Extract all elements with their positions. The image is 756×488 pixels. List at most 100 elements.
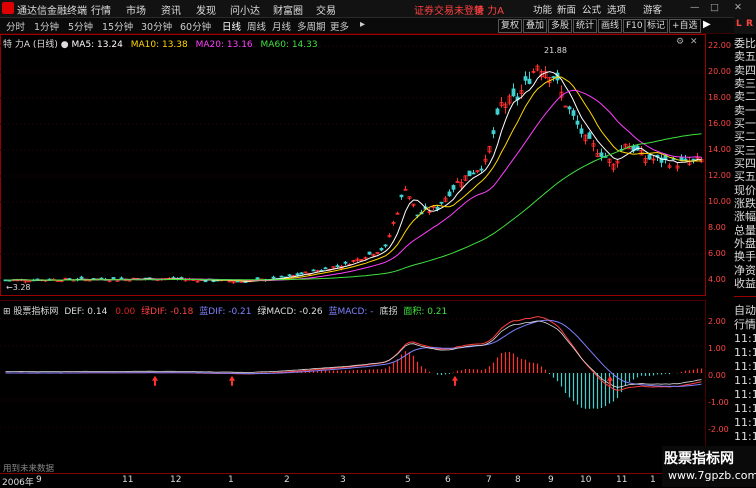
- side-sell2: 卖二: [734, 90, 756, 103]
- menu-formula[interactable]: 公式: [582, 2, 601, 16]
- period-30min[interactable]: 30分钟: [141, 19, 172, 33]
- side-buy3: 买三: [734, 144, 756, 157]
- menu-discover[interactable]: 发现: [196, 2, 216, 17]
- menu-trade[interactable]: 交易: [316, 2, 336, 17]
- menu-wealth[interactable]: 财富圈: [273, 2, 303, 17]
- high-price-label: 21.88: [544, 46, 567, 55]
- tool-overlay[interactable]: 叠加: [523, 19, 548, 33]
- menu-ask[interactable]: 问小达: [230, 2, 260, 17]
- period-1min[interactable]: 1分钟: [34, 19, 59, 33]
- indicator-panel[interactable]: ⊞ 股票指标网 DEF: 0.14 0.00 绿DIF: -0.18 蓝DIF:…: [0, 300, 706, 474]
- time-axis: 2006年 9 11 12 1 2 3 5 6 7 8 9 10 11 1: [0, 473, 706, 488]
- macd-bars: [8, 351, 703, 409]
- tool-statistics[interactable]: 统计: [573, 19, 598, 33]
- menu-guest[interactable]: 游客: [643, 2, 662, 16]
- time-label-11b: 11: [616, 475, 628, 485]
- candle-body: [203, 280, 208, 283]
- period-multi[interactable]: 多周期: [297, 19, 326, 33]
- menu-options[interactable]: 选项: [607, 2, 626, 16]
- price-y-axis: 22.00 20.00 18.00 16.00 14.00 12.00 10.0…: [706, 34, 734, 296]
- ma20-label: MA20: 13.16: [195, 40, 253, 50]
- ytick-macd-1: 1.00: [708, 344, 726, 353]
- side-label-r: R: [746, 19, 753, 29]
- time-label-10: 10: [580, 475, 592, 485]
- price-chart-panel[interactable]: 特 力A (日线) ● MA5: 13.24 MA10: 13.38 MA20:…: [0, 34, 706, 296]
- tool-add-watchlist[interactable]: +自选: [669, 19, 701, 33]
- period-more[interactable]: 更多: [330, 19, 349, 33]
- indicator-toggle-icon[interactable]: ⊞: [3, 307, 11, 317]
- candle-body: [27, 280, 32, 283]
- side-buy4: 买四: [734, 157, 756, 170]
- tool-f10[interactable]: F10: [623, 19, 646, 33]
- side-label-l: L: [736, 19, 742, 29]
- candle-body: [271, 276, 276, 279]
- ma5-label: MA5: 13.24: [71, 40, 123, 50]
- time-label-11: 11: [122, 475, 134, 485]
- candle-body: [111, 277, 116, 280]
- ma60-label: MA60: 14.33: [260, 40, 318, 50]
- expand-icon[interactable]: ▶: [703, 19, 711, 30]
- candle-body: [335, 265, 340, 268]
- candle-body: [255, 277, 260, 280]
- maximize-icon[interactable]: □: [710, 2, 719, 13]
- app-title: 通达信金融终端: [17, 6, 87, 17]
- menu-function[interactable]: 功能: [533, 2, 552, 16]
- period-weekly[interactable]: 周线: [247, 19, 266, 33]
- minimize-icon[interactable]: —: [690, 2, 700, 13]
- side-auto[interactable]: 自动: [734, 304, 756, 317]
- side-sell3: 卖三: [734, 77, 756, 90]
- side-sell5: 卖五: [734, 50, 756, 63]
- candle-body: [495, 108, 500, 115]
- side-tick-4: 11:1: [734, 374, 756, 387]
- tool-mark[interactable]: 标记: [644, 19, 669, 33]
- time-label-9: 9: [36, 475, 42, 485]
- tool-restore-rights[interactable]: 复权: [498, 19, 523, 33]
- legend-blue-dif: 蓝DIF: -0.21: [199, 307, 252, 317]
- price-frame: [0, 34, 706, 296]
- period-timeshare[interactable]: 分时: [6, 19, 25, 33]
- time-label-7: 7: [486, 475, 492, 485]
- period-60min[interactable]: 60分钟: [180, 19, 211, 33]
- ma10-line: [5, 76, 702, 282]
- period-5min[interactable]: 5分钟: [68, 19, 93, 33]
- side-change: 涨跌: [734, 197, 756, 210]
- close-icon[interactable]: ✕: [734, 2, 742, 13]
- side-quotes[interactable]: 行情: [734, 318, 756, 331]
- time-label-6: 6: [445, 475, 451, 485]
- candle-body: [579, 128, 584, 134]
- legend-zero: 0.00: [115, 307, 136, 317]
- time-label-5: 5: [405, 475, 411, 485]
- candle-body: [343, 261, 348, 264]
- moving-averages: [5, 71, 702, 282]
- ytick-6: 6.00: [708, 249, 726, 258]
- menu-quotes[interactable]: 行情: [91, 2, 111, 17]
- candle-body: [235, 280, 240, 283]
- menu-news[interactable]: 资讯: [161, 2, 181, 17]
- panel-close-icon[interactable]: ✕: [690, 37, 698, 47]
- tool-draw-line[interactable]: 画线: [598, 19, 623, 33]
- period-15min[interactable]: 15分钟: [102, 19, 133, 33]
- period-daily[interactable]: 日线: [222, 19, 241, 33]
- quote-side-panel: L R 委比 卖五 卖四 卖三 卖二 卖一 买一 买二 买三 买四 买五 现价 …: [734, 17, 756, 472]
- period-monthly[interactable]: 月线: [272, 19, 291, 33]
- candle-body: [679, 157, 684, 161]
- indicator-chart[interactable]: [0, 300, 706, 472]
- indicator-legend: ⊞ 股票指标网 DEF: 0.14 0.00 绿DIF: -0.18 蓝DIF:…: [3, 304, 447, 317]
- more-arrow-icon[interactable]: ▸: [360, 19, 365, 30]
- menu-market[interactable]: 市场: [126, 2, 146, 17]
- tool-multi-stock[interactable]: 多股: [548, 19, 573, 33]
- settings-icon[interactable]: ⚙: [676, 37, 684, 47]
- legend-circle-icon: ●: [60, 40, 69, 50]
- candle-body: [323, 267, 328, 270]
- side-tick-7: 11:1: [734, 416, 756, 429]
- price-chart[interactable]: [0, 34, 706, 296]
- menu-new-face[interactable]: 新面: [557, 2, 576, 16]
- candle-body: [571, 110, 576, 116]
- indicator-title[interactable]: 股票指标网: [13, 307, 58, 317]
- ytick-12: 12.00: [708, 171, 731, 180]
- candle-body: [211, 280, 216, 282]
- time-label-12: 12: [170, 475, 182, 485]
- candle-body: [439, 201, 444, 204]
- low-arrow-icon: ←: [6, 283, 13, 292]
- time-label-2: 2: [284, 475, 290, 485]
